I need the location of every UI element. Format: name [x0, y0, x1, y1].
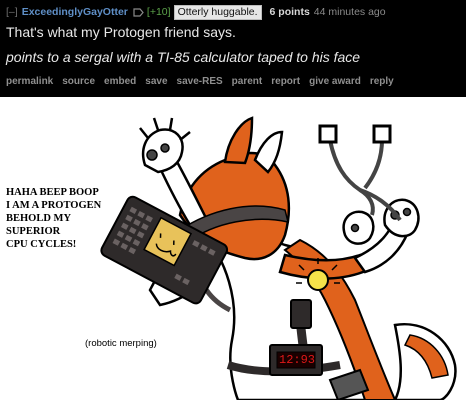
- user-flair: Otterly huggable.: [173, 4, 262, 20]
- speech-text: HAHA BEEP BOOP I AM A PROTOGEN BEHOLD MY…: [6, 186, 136, 251]
- paw-pad: [350, 223, 360, 233]
- save-res-link[interactable]: save-RES: [177, 76, 223, 87]
- comment-timestamp[interactable]: 44 minutes ago: [314, 6, 386, 18]
- comment-actions: permalink source embed save save-RES par…: [6, 76, 394, 87]
- comment-text-line: That's what my Protogen friend says.: [6, 24, 236, 40]
- comment-text-italic: points to a sergal with a TI-85 calculat…: [6, 49, 361, 65]
- watch-display: 12:93: [279, 353, 316, 367]
- comment-block: [–] ExceedinglyGayOtter [+10] Otterly hu…: [0, 0, 466, 97]
- speech-line: CPU CYCLES!: [6, 239, 77, 250]
- give-award-link[interactable]: give award: [309, 76, 361, 87]
- comment-points: 6 points: [269, 6, 310, 18]
- embed-link[interactable]: embed: [104, 76, 136, 87]
- harness-buckle: [290, 299, 312, 329]
- speech-line: HAHA BEEP BOOP: [6, 187, 99, 198]
- light-bulb: [307, 269, 329, 291]
- username-link[interactable]: ExceedinglyGayOtter: [22, 6, 128, 18]
- reply-link[interactable]: reply: [370, 76, 394, 87]
- speech-line: I AM A PROTOGEN: [6, 200, 102, 211]
- comment-header: [–] ExceedinglyGayOtter [+10] Otterly hu…: [6, 4, 386, 20]
- electrode-clip: [318, 124, 338, 144]
- vote-score: [+10]: [146, 6, 171, 18]
- caption-text: (robotic merping): [85, 338, 157, 349]
- paw-pad: [160, 143, 170, 153]
- report-link[interactable]: report: [271, 76, 300, 87]
- speech-line: BEHOLD MY: [6, 213, 72, 224]
- electrode-wire: [363, 139, 384, 190]
- paw-pad: [146, 149, 158, 161]
- paw-pad: [402, 207, 412, 217]
- save-link[interactable]: save: [145, 76, 167, 87]
- collapse-toggle[interactable]: [–]: [6, 6, 18, 18]
- parent-link[interactable]: parent: [232, 76, 263, 87]
- permalink-link[interactable]: permalink: [6, 76, 53, 87]
- source-link[interactable]: source: [62, 76, 95, 87]
- user-tag-icon[interactable]: [133, 7, 144, 17]
- sergal-ear: [223, 116, 254, 165]
- electrode-clip: [372, 124, 392, 144]
- speech-line: SUPERIOR: [6, 226, 61, 237]
- electrode-wire: [328, 139, 375, 216]
